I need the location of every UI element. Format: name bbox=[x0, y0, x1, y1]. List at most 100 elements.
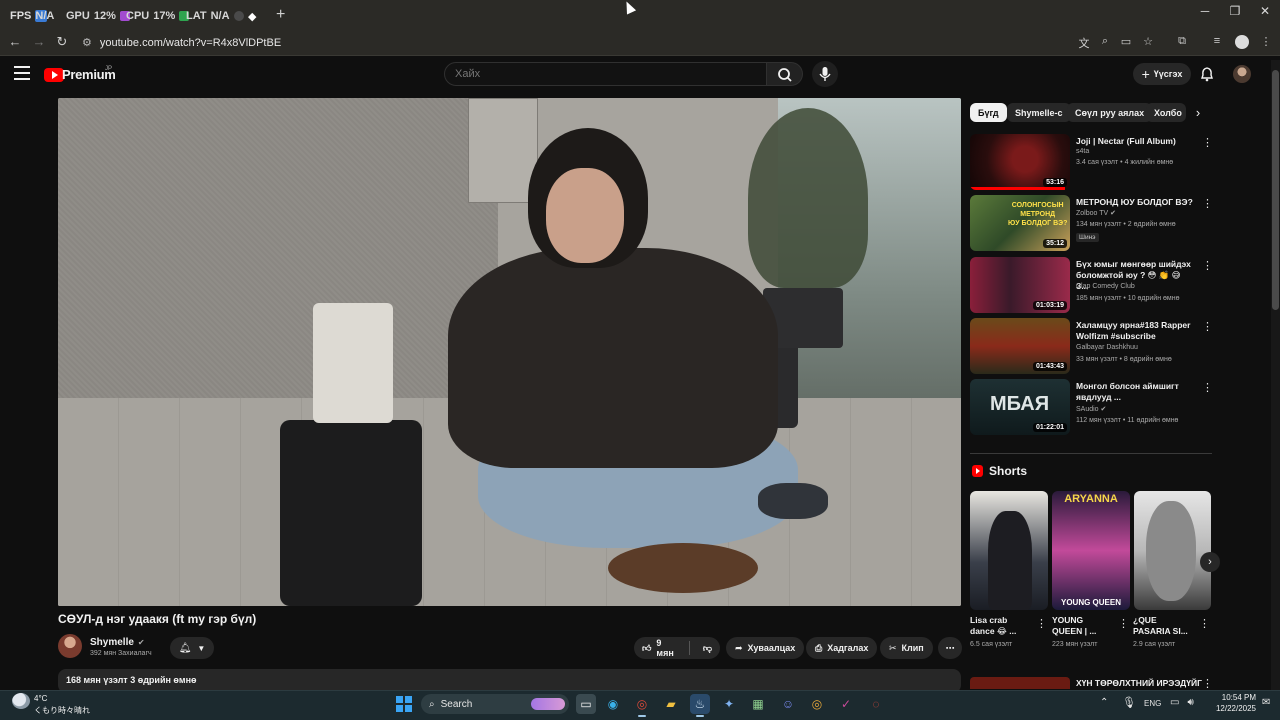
forward-icon[interactable]: → bbox=[30, 34, 48, 49]
search-icon: ⌕ bbox=[429, 698, 435, 710]
channel-name-row[interactable]: Shymelle ✔ bbox=[90, 637, 145, 648]
translate-icon[interactable]: 文 bbox=[1076, 35, 1092, 51]
create-button[interactable]: + Үүсгэх bbox=[1133, 63, 1191, 85]
more-vertical-icon[interactable]: ⋮ bbox=[1202, 320, 1213, 333]
video-player[interactable] bbox=[58, 98, 961, 606]
tray-status-icons[interactable]: ▭ 🔊︎ bbox=[1170, 697, 1194, 708]
chip-all[interactable]: Бүгд bbox=[970, 103, 1007, 122]
short-item[interactable]: YOUNG QUEEN | ... 223 мян үзэлт ⋮ bbox=[1052, 615, 1130, 648]
more-vertical-icon[interactable]: ⋮ bbox=[1202, 381, 1213, 394]
tab-fps-overlay[interactable]: FPS N/A bbox=[10, 6, 54, 26]
short-thumbnail[interactable] bbox=[970, 491, 1048, 610]
recommended-video[interactable]: 01:43:43 Халамцуу ярна#183 Rapper Wolfiz… bbox=[970, 318, 1213, 374]
store-icon[interactable]: ▦ bbox=[748, 694, 768, 714]
clock-date[interactable]: 12/22/2025 bbox=[1208, 704, 1256, 713]
weather-cloud-icon[interactable] bbox=[12, 693, 30, 709]
recommended-video[interactable]: 53:16 Joji | Nectar (Full Album) s4ta 3.… bbox=[970, 134, 1213, 190]
chip-related[interactable]: Холбо bbox=[1146, 103, 1186, 122]
channel-name[interactable]: Shymelle bbox=[90, 637, 134, 648]
more-vertical-icon[interactable]: ⋮ bbox=[1202, 677, 1213, 690]
more-actions-button[interactable]: ⋯ bbox=[938, 637, 962, 659]
chrome-profile-icon[interactable]: ◎ bbox=[807, 694, 827, 714]
tray-overflow-icon[interactable]: ⌃ bbox=[1100, 697, 1108, 708]
recommended-video[interactable]: ХҮН ТӨРӨЛХТНИЙ ИРЭЭДҮЙГ ⋮ bbox=[970, 677, 1213, 690]
save-button[interactable]: ⎙ Хадгалах bbox=[806, 637, 878, 659]
more-vertical-icon[interactable]: ⋮ bbox=[1202, 136, 1213, 149]
notifications-bell-icon[interactable] bbox=[1199, 66, 1215, 82]
channel-avatar[interactable] bbox=[58, 634, 82, 658]
video-thumbnail[interactable]: 01:43:43 bbox=[970, 318, 1070, 374]
site-info-icon[interactable]: ⚙ bbox=[82, 36, 92, 49]
cast-icon[interactable]: ▭ bbox=[1118, 35, 1134, 48]
video-thumbnail[interactable]: 53:16 bbox=[970, 134, 1070, 190]
tab-latency-overlay[interactable]: LAT N/A bbox=[186, 6, 244, 26]
more-vertical-icon[interactable]: ⋮ bbox=[1199, 617, 1210, 630]
zoom-icon[interactable]: ⌕ bbox=[1097, 35, 1113, 48]
short-thumbnail[interactable] bbox=[1134, 491, 1211, 610]
chip-seoul-travel[interactable]: Сөүл руу аялах bbox=[1067, 103, 1153, 122]
chip-scroll-right-icon[interactable]: › bbox=[1190, 105, 1206, 120]
search-field[interactable] bbox=[444, 62, 767, 86]
recommended-video[interactable]: МБАЯ 01:22:01 Монгол болсон аймшигт явдл… bbox=[970, 379, 1213, 435]
steam-icon[interactable]: ♨ bbox=[690, 694, 710, 717]
voice-search-button[interactable] bbox=[812, 61, 838, 87]
tab-cpu-overlay[interactable]: CPU 17% bbox=[126, 6, 190, 26]
recommended-video[interactable]: 01:03:19 Бүх юмыг мөнгөөр шийдэх боломжт… bbox=[970, 257, 1213, 313]
back-icon[interactable]: ← bbox=[6, 34, 24, 49]
close-window-button[interactable]: ✕ bbox=[1250, 4, 1280, 18]
edge-icon[interactable]: ◉ bbox=[603, 694, 623, 714]
scrollbar-thumb[interactable] bbox=[1272, 70, 1279, 310]
input-language[interactable]: ENG bbox=[1144, 699, 1161, 708]
search-button[interactable] bbox=[767, 62, 803, 86]
more-vertical-icon[interactable]: ⋮ bbox=[1036, 617, 1047, 630]
short-thumbnail-caption: ARYANNA bbox=[1064, 493, 1118, 505]
search-input[interactable] bbox=[445, 63, 766, 85]
tab-active[interactable]: ◆ bbox=[248, 6, 256, 26]
bookmark-star-icon[interactable]: ☆ bbox=[1140, 35, 1156, 48]
video-thumbnail[interactable]: 01:03:19 bbox=[970, 257, 1070, 313]
discord-icon[interactable]: ☺ bbox=[778, 694, 798, 714]
recommended-video[interactable]: СОЛОНГОСЫН МЕТРОНД ЮУ БОЛДОГ ВЭ? 35:12 МЕТ… bbox=[970, 195, 1213, 251]
minimize-button[interactable]: ─ bbox=[1190, 4, 1220, 18]
reading-list-icon[interactable]: ≡ bbox=[1209, 35, 1225, 47]
clock-time[interactable]: 10:54 PM bbox=[1218, 693, 1256, 702]
tab-gpu-overlay[interactable]: GPU 12% bbox=[66, 6, 130, 26]
taskbar-search[interactable]: ⌕ Search bbox=[421, 694, 569, 714]
short-item[interactable]: Lisa crab dance 😂 ... 6.5 сая үзэлт ⋮ bbox=[970, 615, 1048, 648]
video-thumbnail[interactable]: СОЛОНГОСЫН МЕТРОНД ЮУ БОЛДОГ ВЭ? 35:12 bbox=[970, 195, 1070, 251]
weather-temperature[interactable]: 4°C bbox=[34, 694, 47, 703]
browser-menu-icon[interactable]: ⋮ bbox=[1258, 35, 1274, 48]
account-avatar[interactable] bbox=[1233, 65, 1251, 83]
video-thumbnail[interactable] bbox=[970, 677, 1070, 689]
app-icon[interactable]: ◌ bbox=[866, 694, 886, 714]
more-vertical-icon[interactable]: ⋮ bbox=[1118, 617, 1129, 630]
task-view-icon[interactable]: ▭ bbox=[576, 694, 596, 714]
youtube-logo-icon[interactable] bbox=[44, 68, 64, 82]
weather-description[interactable]: くもり時々晴れ bbox=[34, 705, 90, 716]
share-button[interactable]: ➦ Хуваалцах bbox=[726, 637, 805, 659]
short-thumbnail[interactable]: ARYANNA YOUNG QUEEN bbox=[1052, 491, 1130, 610]
reload-icon[interactable]: ↻ bbox=[53, 34, 71, 50]
maximize-button[interactable]: ❐ bbox=[1220, 4, 1250, 18]
tray-microphone-icon[interactable]: 🎙︎ bbox=[1122, 696, 1136, 709]
visual-studio-icon[interactable]: ✓ bbox=[836, 694, 856, 714]
more-vertical-icon[interactable]: ⋮ bbox=[1202, 197, 1213, 210]
browser-profile-avatar[interactable] bbox=[1235, 35, 1249, 49]
subscription-bell-button[interactable]: 🔔︎ ▼ bbox=[170, 637, 214, 659]
new-tab-button[interactable]: + bbox=[276, 6, 285, 24]
notification-center-icon[interactable]: ✉ bbox=[1262, 697, 1270, 708]
copilot-icon[interactable]: ✦ bbox=[719, 694, 739, 714]
like-button[interactable]: 👍︎ 9 мян bbox=[634, 637, 684, 659]
chip-from-channel[interactable]: Shymelle-с bbox=[1007, 103, 1071, 122]
more-vertical-icon[interactable]: ⋮ bbox=[1202, 259, 1213, 272]
file-explorer-icon[interactable]: ▰ bbox=[661, 694, 681, 714]
short-item[interactable]: ¿QUE PASARIA SI... 2.9 сая үзэлт ⋮ bbox=[1133, 615, 1211, 648]
dislike-button[interactable]: 👎︎ bbox=[695, 637, 720, 659]
windows-start-icon[interactable] bbox=[396, 696, 412, 712]
video-thumbnail[interactable]: МБАЯ 01:22:01 bbox=[970, 379, 1070, 435]
shorts-scroll-right-icon[interactable]: › bbox=[1200, 552, 1220, 572]
chrome-icon[interactable]: ◎ bbox=[632, 694, 652, 717]
clip-button[interactable]: ✂ Клип bbox=[880, 637, 933, 659]
hamburger-menu-icon[interactable] bbox=[14, 66, 30, 80]
extensions-icon[interactable]: ⧉ bbox=[1174, 35, 1190, 48]
